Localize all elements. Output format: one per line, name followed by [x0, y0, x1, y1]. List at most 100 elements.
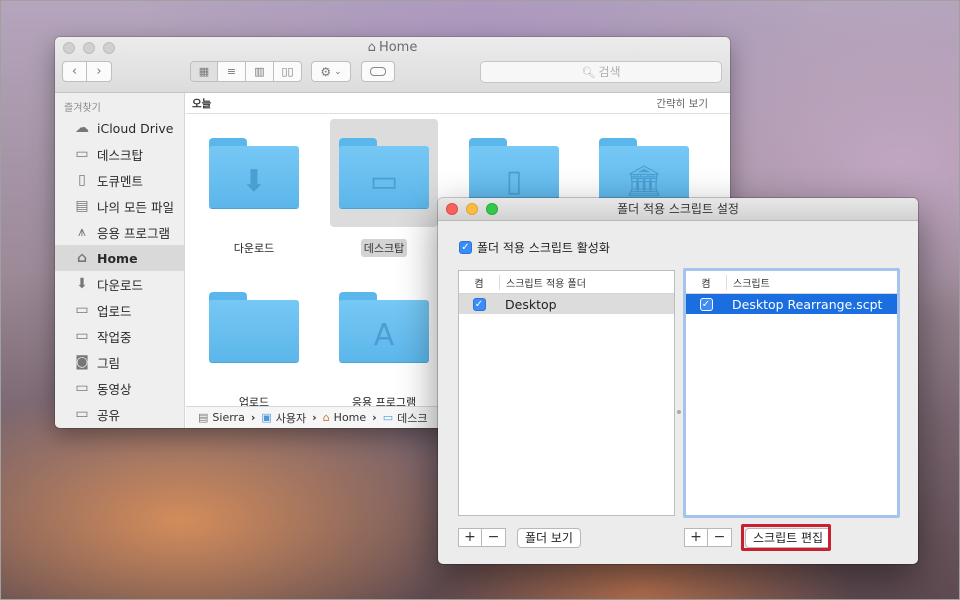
add-script-button[interactable]: + [684, 528, 708, 547]
home-icon: ⌂ [76, 250, 88, 266]
scripts-add-remove: + − [684, 528, 732, 547]
columns-icon: ▥ [254, 65, 265, 78]
applications-icon: ⩚ [78, 224, 86, 240]
scripts-table: 켬 스크립트 ✓ Desktop Rearrange.scpt [683, 268, 900, 518]
cover-flow-button[interactable]: ▯▯ [274, 61, 302, 82]
split-view-divider[interactable] [677, 410, 681, 414]
sidebar-item-documents[interactable]: ▯ 도큐멘트 [55, 167, 184, 193]
finder-toolbar: ⌂ Home ‹ › ▦ ≡ ▥ ▯▯ ⚙ ⌄ 🔍︎ 검색 [55, 37, 730, 93]
desktop-folder-icon: ▭ [339, 138, 429, 208]
show-folder-button[interactable]: 폴더 보기 [517, 528, 581, 548]
sidebar-item-pictures[interactable]: ◙ 그림 [55, 349, 184, 375]
download-icon: ⬇ [76, 276, 88, 292]
cover-flow-icon: ▯▯ [281, 65, 294, 78]
zoom-button[interactable] [486, 203, 498, 215]
action-menu-button[interactable]: ⚙ ⌄ [311, 61, 351, 82]
view-mode-buttons: ▦ ≡ ▥ ▯▯ [190, 61, 302, 82]
users-folder-icon: ▣ [261, 411, 272, 424]
sidebar-item-downloads[interactable]: ⬇ 다운로드 [55, 271, 184, 297]
search-field[interactable]: 🔍︎ 검색 [480, 61, 722, 83]
list-icon: ≡ [226, 65, 237, 78]
search-icon: 🔍︎ [581, 66, 596, 79]
column-header-script[interactable]: 스크립트 [727, 275, 770, 290]
close-button[interactable] [446, 203, 458, 215]
path-separator: › [312, 411, 317, 424]
folders-table-header: 켬 스크립트 적용 폴더 [459, 271, 674, 294]
forward-button[interactable]: › [87, 61, 112, 82]
row-enabled-checkbox[interactable]: ✓ [699, 297, 713, 311]
applications-folder-icon: A [339, 292, 429, 362]
desktop-icon: ▭ [75, 146, 89, 162]
document-icon: ▯ [78, 172, 86, 188]
back-button[interactable]: ‹ [62, 61, 87, 82]
script-name: Desktop Rearrange.scpt [732, 296, 883, 312]
file-item-upload[interactable]: 업로드 [200, 273, 308, 411]
add-folder-button[interactable]: + [458, 528, 482, 547]
folders-add-remove: + − [458, 528, 506, 547]
folder-actions-dialog: 폴더 적용 스크립트 설정 ✓ 폴더 적용 스크립트 활성화 켬 스크립트 적용… [438, 198, 918, 564]
window-title: ⌂ Home [367, 40, 418, 55]
row-enabled-checkbox[interactable]: ✓ [472, 297, 486, 311]
all-files-icon: ▤ [75, 198, 89, 214]
list-view-button[interactable]: ≡ [218, 61, 246, 82]
tag-button[interactable] [361, 61, 395, 82]
folder-icon [209, 292, 299, 362]
sidebar-item-icloud-drive[interactable]: ☁ iCloud Drive [55, 115, 184, 141]
folder-name: Desktop [505, 296, 557, 312]
window-controls [446, 203, 498, 215]
folder-icon: ▭ [75, 380, 89, 396]
path-segment-users[interactable]: ▣ 사용자 [261, 410, 306, 426]
group-title: 오늘 [192, 97, 212, 110]
sidebar-item-upload[interactable]: ▭ 업로드 [55, 297, 184, 323]
sidebar-item-desktop[interactable]: ▭ 데스크탑 [55, 141, 184, 167]
edit-script-highlight [741, 524, 831, 551]
cloud-icon: ☁ [75, 120, 89, 136]
chevron-down-icon: ⌄ [334, 66, 342, 77]
path-separator: › [250, 411, 256, 424]
gear-icon: ⚙ [320, 64, 332, 79]
checkmark-icon: ✓ [459, 241, 472, 254]
show-less-link[interactable]: 간략히 보기 [656, 96, 708, 111]
grid-icon: ▦ [198, 65, 210, 78]
remove-script-button[interactable]: − [708, 528, 732, 547]
column-header-enabled[interactable]: 켬 [686, 274, 727, 290]
scripts-table-header: 켬 스크립트 [686, 271, 897, 294]
group-header: 오늘 간략히 보기 [186, 93, 730, 114]
file-item-desktop[interactable]: ▭ 데스크탑 [330, 119, 438, 257]
path-separator: › [372, 411, 377, 424]
enable-folder-actions-checkbox[interactable]: ✓ 폴더 적용 스크립트 활성화 [459, 239, 610, 256]
table-row[interactable]: ✓ Desktop Rearrange.scpt [686, 294, 897, 314]
navigation-buttons: ‹ › [62, 61, 112, 82]
dialog-titlebar: 폴더 적용 스크립트 설정 [438, 198, 918, 221]
icon-view-button[interactable]: ▦ [190, 61, 218, 82]
hard-drive-icon: ▤ [198, 411, 209, 424]
column-header-enabled[interactable]: 켬 [459, 274, 500, 290]
path-segment-desktop[interactable]: ▭ 데스크 [383, 410, 428, 426]
finder-sidebar: 즐겨찾기 ☁ iCloud Drive ▭ 데스크탑 ▯ 도큐멘트 ▤ 나의 모든 파일… [55, 93, 185, 428]
column-header-folder[interactable]: 스크립트 적용 폴더 [500, 275, 586, 290]
chevron-left-icon: ‹ [71, 64, 78, 79]
home-icon: ⌂ [322, 411, 330, 424]
sidebar-item-applications[interactable]: ⩚ 응용 프로그램 [55, 219, 184, 245]
path-segment-home[interactable]: ⌂ Home [323, 411, 366, 424]
sidebar-item-movies[interactable]: ▭ 동영상 [55, 375, 184, 401]
sidebar-item-shared[interactable]: ▭ 공유 [55, 401, 184, 427]
column-view-button[interactable]: ▥ [246, 61, 274, 82]
file-item-downloads[interactable]: ⬇ 다운로드 [200, 119, 308, 257]
remove-folder-button[interactable]: − [482, 528, 506, 547]
sidebar-item-all-files[interactable]: ▤ 나의 모든 파일 [55, 193, 184, 219]
dialog-title: 폴더 적용 스크립트 설정 [617, 202, 739, 216]
download-folder-icon: ⬇ [209, 138, 299, 208]
folder-icon: ▭ [75, 328, 89, 344]
file-item-applications[interactable]: A 응용 프로그램 [330, 273, 438, 411]
table-row[interactable]: ✓ Desktop [459, 294, 674, 314]
minimize-button[interactable] [466, 203, 478, 215]
sidebar-item-home[interactable]: ⌂ Home [55, 245, 184, 271]
chevron-right-icon: › [96, 64, 102, 79]
folders-table: 켬 스크립트 적용 폴더 ✓ Desktop [458, 270, 675, 516]
path-segment-sierra[interactable]: ▤ Sierra [198, 411, 245, 424]
folder-icon: ▭ [75, 302, 89, 318]
folder-icon: ▭ [75, 406, 89, 422]
sidebar-item-working[interactable]: ▭ 작업중 [55, 323, 184, 349]
tag-icon [370, 67, 386, 76]
